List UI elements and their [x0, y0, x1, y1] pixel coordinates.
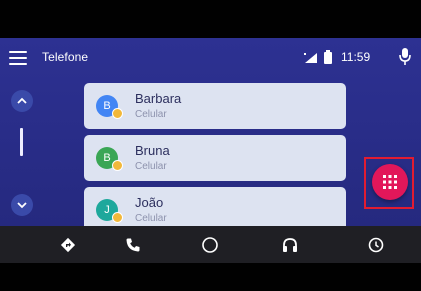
bottom-bezel	[0, 263, 421, 291]
phone-screen: Telefone 11:59 B Barbara Celular B Bruna…	[0, 38, 421, 226]
contact-name: João	[135, 195, 164, 210]
chevron-down-icon[interactable]	[11, 194, 33, 216]
navigation-icon[interactable]	[48, 226, 88, 263]
star-badge-icon	[112, 160, 123, 171]
scrollbar[interactable]	[20, 128, 23, 156]
home-circle-icon[interactable]	[190, 226, 230, 263]
contact-item[interactable]: B Barbara Celular	[84, 83, 346, 129]
dialpad-button[interactable]	[372, 164, 408, 200]
contact-type: Celular	[135, 161, 167, 172]
star-badge-icon	[112, 212, 123, 223]
star-badge-icon	[112, 108, 123, 119]
top-bezel	[0, 0, 421, 38]
phone-icon[interactable]	[113, 226, 153, 263]
contact-name: Barbara	[135, 91, 182, 106]
app-title: Telefone	[42, 50, 89, 64]
signal-icon	[304, 53, 317, 63]
recent-icon[interactable]	[356, 226, 396, 263]
dialpad-icon	[383, 175, 397, 189]
bottom-nav-bar	[0, 226, 421, 263]
header-bar: Telefone 11:59	[0, 38, 421, 80]
headphones-icon[interactable]	[270, 226, 310, 263]
contact-type: Celular	[135, 213, 167, 224]
contact-item[interactable]: J João Celular	[84, 187, 346, 226]
microphone-icon[interactable]	[399, 48, 411, 65]
scroll-controls	[0, 80, 60, 226]
contact-type: Celular	[135, 109, 167, 120]
chevron-up-icon[interactable]	[11, 90, 33, 112]
clock: 11:59	[341, 50, 371, 64]
contact-item[interactable]: B Bruna Celular	[84, 135, 346, 181]
menu-icon[interactable]	[9, 51, 27, 65]
contact-name: Bruna	[135, 143, 170, 158]
battery-icon	[324, 50, 332, 64]
